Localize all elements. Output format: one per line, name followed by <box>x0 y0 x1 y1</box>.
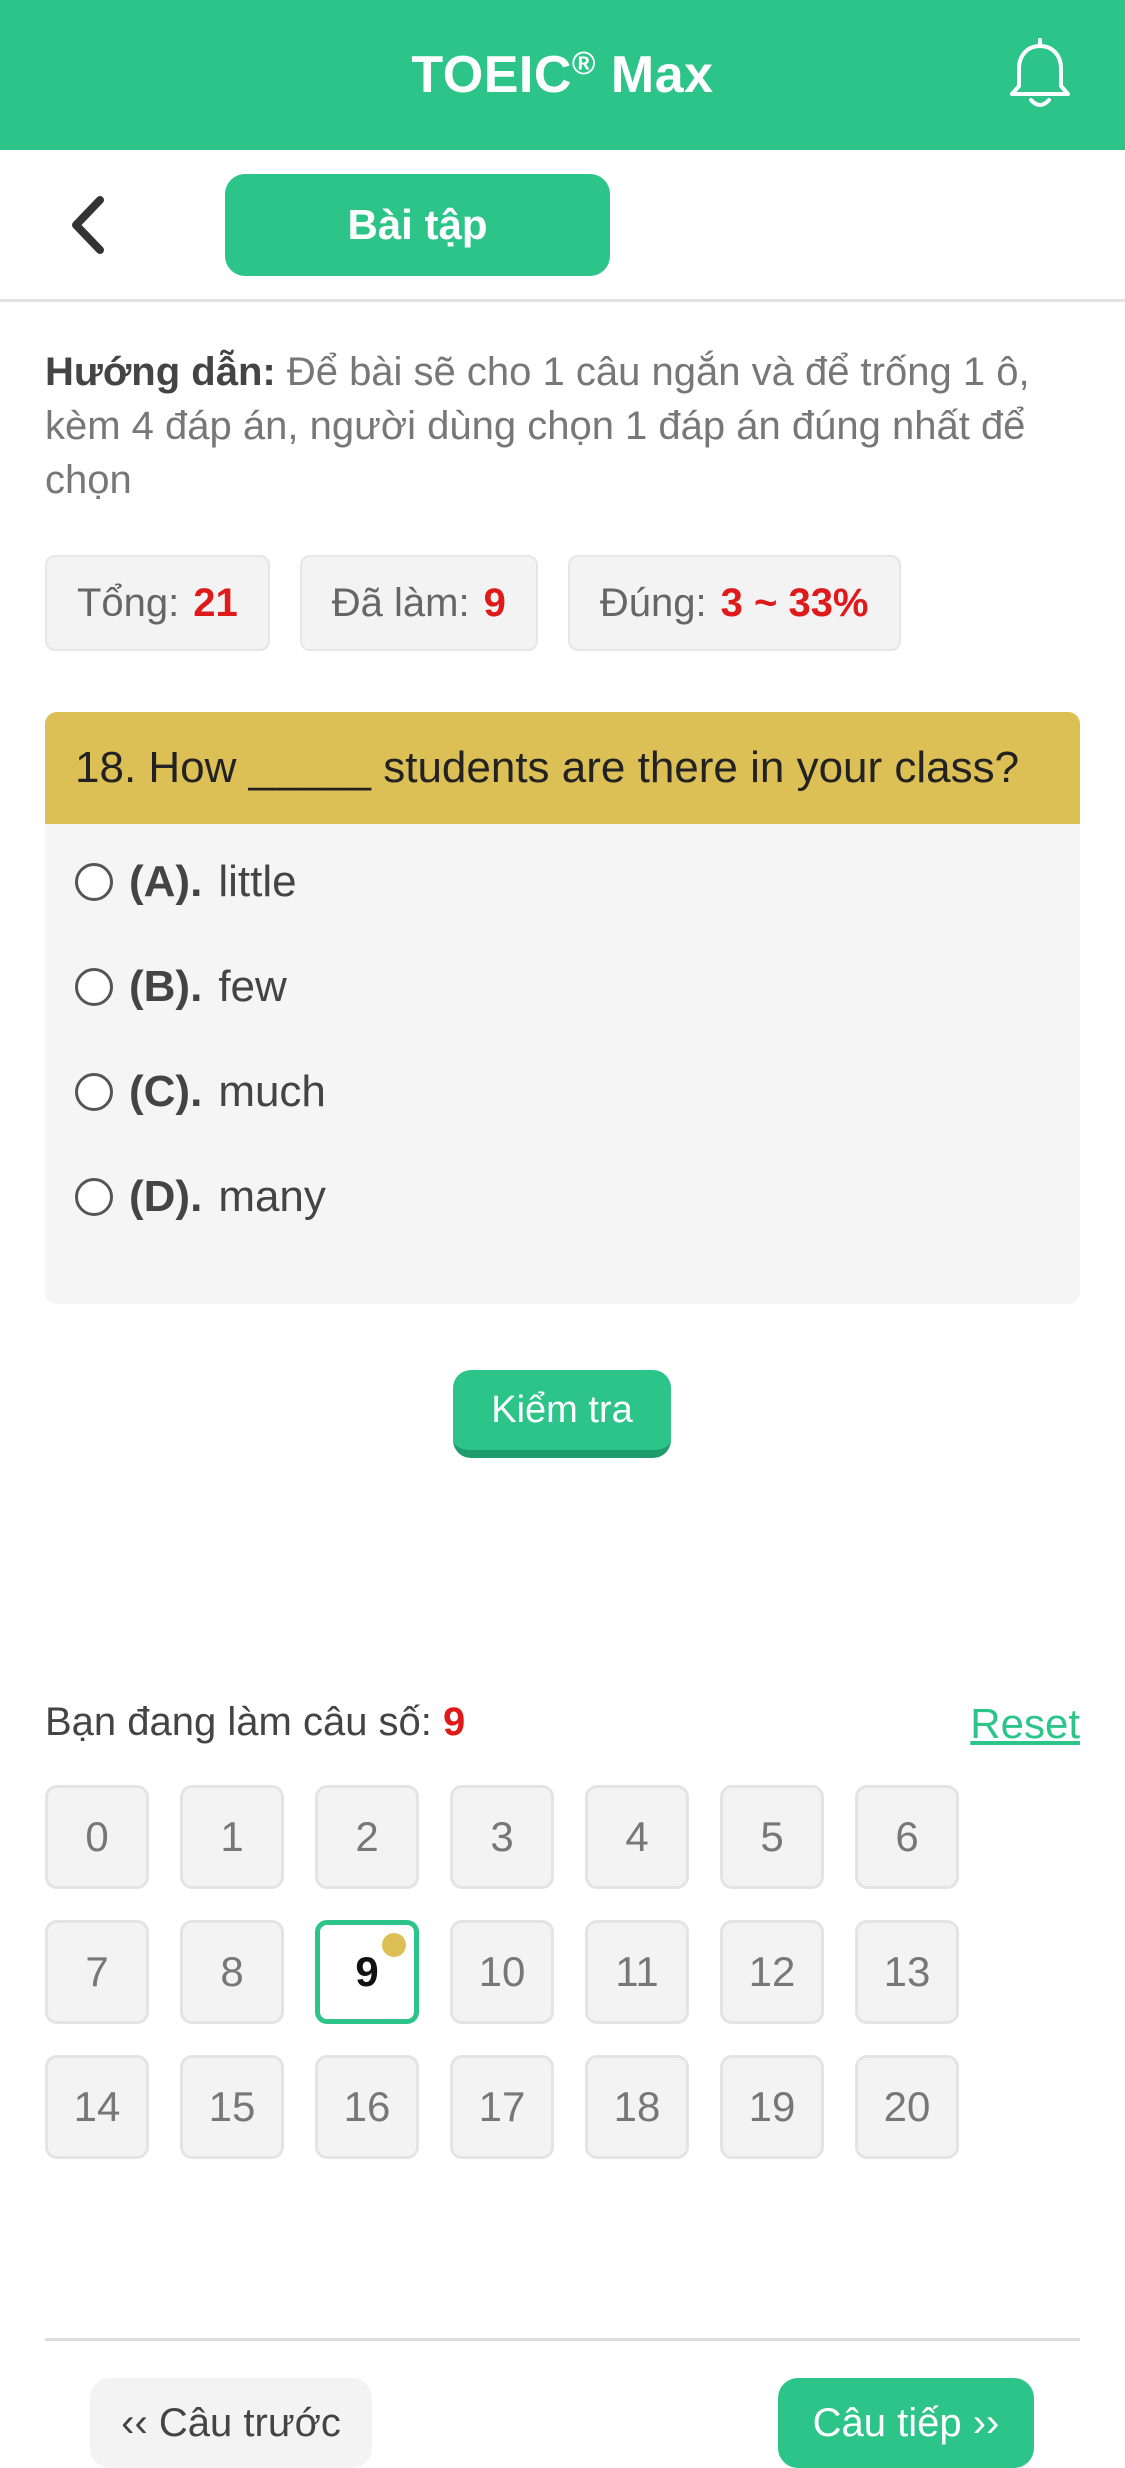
radio-icon[interactable] <box>75 1073 113 1111</box>
stats-bar: Tổng: 21 Đã làm: 9 Đúng: 3 ~ 33% <box>45 555 901 651</box>
instructions: Hướng dẫn: Để bài sẽ cho 1 câu ngắn và đ… <box>45 345 1085 507</box>
question-number-label: 15 <box>208 2083 256 2130</box>
progress-label: Bạn đang làm câu số: 9 <box>45 1700 465 1745</box>
question-number-label: 3 <box>490 1813 514 1860</box>
stat-total-label: Tổng: <box>77 580 180 625</box>
question-number-cell[interactable]: 3 <box>450 1785 554 1889</box>
app-title-suffix: Max <box>595 46 714 104</box>
toolbar: Bài tập <box>0 150 1125 302</box>
question-number-cell[interactable]: 0 <box>45 1785 149 1889</box>
question-number-cell[interactable]: 7 <box>45 1920 149 2024</box>
registered-mark: ® <box>571 45 596 81</box>
question-number-cell[interactable]: 4 <box>585 1785 689 1889</box>
question-number-label: 2 <box>355 1813 379 1860</box>
option-b[interactable]: (B). few <box>75 947 287 1027</box>
question-number-label: 0 <box>85 1813 109 1860</box>
progress-current: 9 <box>443 1700 466 1744</box>
question-number-label: 5 <box>760 1813 784 1860</box>
question-number-label: 12 <box>748 1948 796 1995</box>
stat-total: Tổng: 21 <box>45 555 270 651</box>
question-number-cell[interactable]: 16 <box>315 2055 419 2159</box>
question-number-label: 1 <box>220 1813 244 1860</box>
app-title: TOEIC® Max <box>411 45 713 105</box>
stat-done: Đã làm: 9 <box>299 555 538 651</box>
option-text: little <box>218 857 297 906</box>
question-number-label: 13 <box>883 1948 931 1995</box>
question-number-label: 6 <box>895 1813 919 1860</box>
reset-link[interactable]: Reset <box>970 1700 1080 1748</box>
stat-done-label: Đã làm: <box>331 580 470 625</box>
option-text: few <box>218 962 287 1011</box>
question-number-label: 8 <box>220 1948 244 1995</box>
option-letter: (C). <box>129 1067 203 1116</box>
option-letter: (A). <box>129 857 203 906</box>
question-number-label: 9 <box>355 1948 379 1995</box>
bell-icon[interactable] <box>1005 38 1075 110</box>
stat-total-value: 21 <box>193 580 238 625</box>
question-number-label: 11 <box>615 1948 659 1995</box>
question-number-cell[interactable]: 9 <box>315 1920 419 2024</box>
app-header: TOEIC® Max <box>0 0 1125 150</box>
chevron-left-icon[interactable] <box>60 190 120 260</box>
question-number-cell[interactable]: 13 <box>855 1920 959 2024</box>
question-text: 18. How _____ students are there in your… <box>45 712 1080 824</box>
app-title-text: TOEIC <box>411 46 572 104</box>
option-c[interactable]: (C). much <box>75 1052 326 1132</box>
question-number-cell[interactable]: 20 <box>855 2055 959 2159</box>
question-number-cell[interactable]: 2 <box>315 1785 419 1889</box>
question-number-label: 17 <box>478 2083 526 2130</box>
option-letter: (B). <box>129 962 203 1011</box>
question-number-label: 18 <box>613 2083 661 2130</box>
question-number-label: 14 <box>73 2083 121 2130</box>
question-number-cell[interactable]: 15 <box>180 2055 284 2159</box>
divider <box>45 2338 1080 2341</box>
option-letter: (D). <box>129 1172 203 1221</box>
question-number-cell[interactable]: 10 <box>450 1920 554 2024</box>
question-number-label: 7 <box>85 1948 109 1995</box>
stat-correct: Đúng: 3 ~ 33% <box>567 555 901 651</box>
question-number-cell[interactable]: 1 <box>180 1785 284 1889</box>
tab-exercises[interactable]: Bài tập <box>225 174 610 276</box>
radio-icon[interactable] <box>75 968 113 1006</box>
instructions-label: Hướng dẫn: <box>45 350 276 394</box>
stat-correct-value: 3 ~ 33% <box>720 580 869 625</box>
radio-icon[interactable] <box>75 1178 113 1216</box>
option-a[interactable]: (A). little <box>75 842 297 922</box>
question-number-label: 20 <box>883 2083 931 2130</box>
question-number-cell[interactable]: 5 <box>720 1785 824 1889</box>
stat-done-value: 9 <box>483 580 506 625</box>
question-card: 18. How _____ students are there in your… <box>45 712 1080 1304</box>
question-number-cell[interactable]: 11 <box>585 1920 689 2024</box>
question-number-cell[interactable]: 6 <box>855 1785 959 1889</box>
question-number-label: 16 <box>343 2083 391 2130</box>
check-button[interactable]: Kiểm tra <box>453 1370 671 1458</box>
option-text: much <box>218 1067 326 1116</box>
question-number-label: 10 <box>478 1948 526 1995</box>
current-dot-icon <box>382 1933 406 1957</box>
question-number-label: 4 <box>625 1813 649 1860</box>
question-number-cell[interactable]: 8 <box>180 1920 284 2024</box>
question-number-cell[interactable]: 12 <box>720 1920 824 2024</box>
question-number-cell[interactable]: 19 <box>720 2055 824 2159</box>
radio-icon[interactable] <box>75 863 113 901</box>
prev-question-button[interactable]: ‹‹ Câu trước <box>90 2378 372 2468</box>
question-number-cell[interactable]: 17 <box>450 2055 554 2159</box>
progress-label-text: Bạn đang làm câu số: <box>45 1700 432 1744</box>
next-question-button[interactable]: Câu tiếp ›› <box>778 2378 1034 2468</box>
option-text: many <box>218 1172 326 1221</box>
question-number-cell[interactable]: 18 <box>585 2055 689 2159</box>
option-d[interactable]: (D). many <box>75 1157 326 1237</box>
question-number-cell[interactable]: 14 <box>45 2055 149 2159</box>
question-number-label: 19 <box>748 2083 796 2130</box>
stat-correct-label: Đúng: <box>599 580 707 625</box>
